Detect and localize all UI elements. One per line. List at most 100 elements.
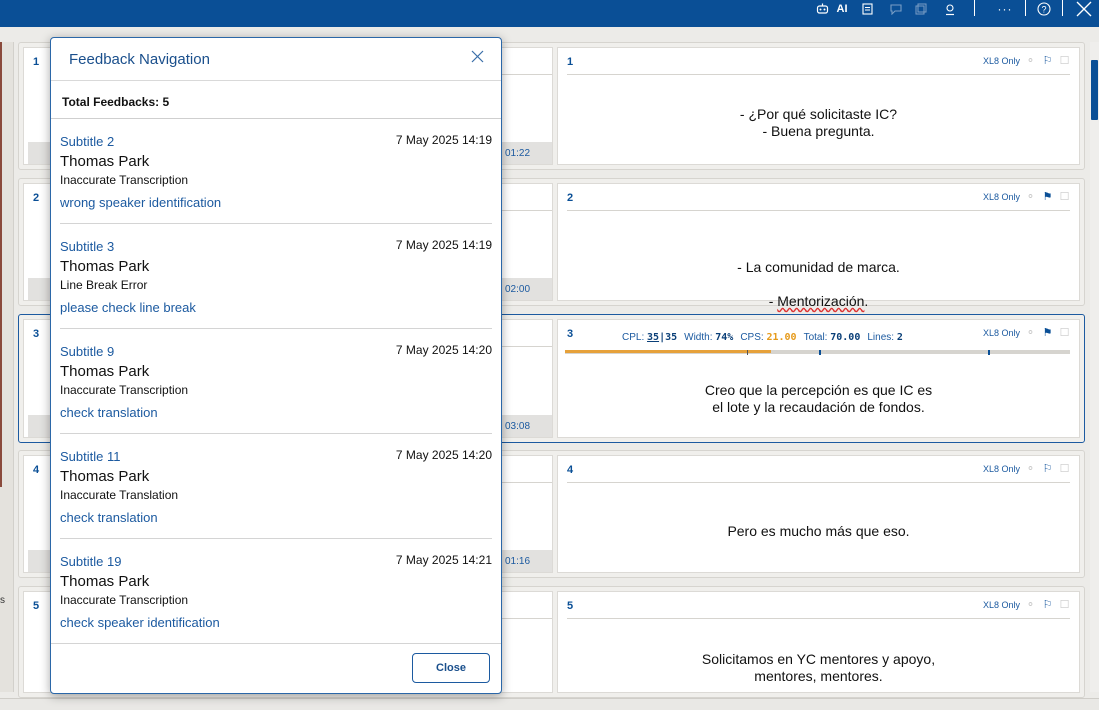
ai-button[interactable]: AI <box>834 0 850 18</box>
feedback-date: 7 May 2025 14:21 <box>395 553 492 567</box>
target-number: 4 <box>567 464 574 476</box>
subtitle-line: - La comunidad de marca. <box>737 259 900 275</box>
feedback-comment: please check line break <box>60 300 196 315</box>
progress-tick <box>988 350 990 355</box>
help-icon[interactable]: ? <box>1036 0 1052 18</box>
line-stats: CPL: 35|35 Width: 74% CPS: 21.00 Total: … <box>622 332 903 343</box>
left-strip-mark: s <box>0 595 5 606</box>
feedback-item[interactable]: Subtitle 11 7 May 2025 14:20 Thomas Park… <box>60 434 492 539</box>
cell-tools: XL8 Only ⚬ ⚐ ☐ <box>983 462 1071 475</box>
target-cell[interactable]: 5 XL8 Only ⚬ ⚐ ☐ Solicitamos en YC mento… <box>557 591 1080 693</box>
source-number: 5 <box>33 600 40 612</box>
copy-icon[interactable] <box>913 0 929 18</box>
feedback-type: Line Break Error <box>60 278 148 292</box>
lock-icon[interactable]: ⚬ <box>1024 462 1037 475</box>
target-cell[interactable]: 1 XL8 Only ⚬ ⚐ ☐ - ¿Por qué solicitaste … <box>557 47 1080 165</box>
source-number: 1 <box>33 56 40 68</box>
spellcheck-word[interactable]: Mentorización <box>777 293 864 309</box>
flag-filled-icon[interactable]: ⚑ <box>1041 326 1054 339</box>
feedback-date: 7 May 2025 14:20 <box>395 343 492 357</box>
close-icon[interactable] <box>469 50 485 66</box>
subtitle-text[interactable]: - ¿Por qué solicitaste IC? - Buena pregu… <box>558 106 1079 140</box>
flag-outline-icon[interactable]: ⚐ <box>1041 54 1054 67</box>
target-number: 5 <box>567 600 574 612</box>
video-panel-edge: s <box>0 42 14 692</box>
subtitle-link[interactable]: Subtitle 2 <box>60 134 114 149</box>
lock-icon[interactable]: ⚬ <box>1024 190 1037 203</box>
cell-tools: XL8 Only ⚬ ⚑ ☐ <box>983 190 1071 203</box>
bottom-bar <box>0 698 1099 710</box>
subtitle-link[interactable]: Subtitle 11 <box>60 449 120 464</box>
duration-label: 01:16 <box>497 550 552 572</box>
cps-stat: CPS: 21.00 <box>740 332 797 343</box>
robot-icon[interactable] <box>814 0 830 18</box>
close-button[interactable]: Close <box>412 653 490 683</box>
timing-progress-bar <box>565 350 1070 355</box>
feedback-date: 7 May 2025 14:19 <box>395 238 492 252</box>
feedback-user: Thomas Park <box>60 258 150 275</box>
lock-icon[interactable]: ⚬ <box>1024 598 1037 611</box>
comment-icon[interactable] <box>888 0 904 18</box>
bookmark-icon[interactable]: ☐ <box>1058 462 1071 475</box>
feedback-item[interactable]: Subtitle 2 7 May 2025 14:19 Thomas Park … <box>60 119 492 224</box>
notes-icon[interactable] <box>859 0 875 18</box>
progress-tick <box>747 350 748 355</box>
xl8-only-badge: XL8 Only <box>982 55 1020 66</box>
lock-icon[interactable]: ⚬ <box>1024 54 1037 67</box>
subtitle-text[interactable]: Creo que la percepción es que IC es el l… <box>558 382 1079 416</box>
pin-user-icon[interactable] <box>942 0 958 18</box>
feedback-type: Inaccurate Transcription <box>60 173 189 187</box>
subtitle-link[interactable]: Subtitle 19 <box>60 554 121 569</box>
toolbar-divider <box>1062 0 1063 16</box>
flag-filled-icon[interactable]: ⚑ <box>1041 190 1054 203</box>
scrollbar[interactable] <box>1090 42 1099 692</box>
feedback-list: Subtitle 2 7 May 2025 14:19 Thomas Park … <box>51 119 501 644</box>
flag-outline-icon[interactable]: ⚐ <box>1041 462 1054 475</box>
duration-label: 03:08 <box>497 415 552 437</box>
feedback-comment: wrong speaker identification <box>60 195 222 210</box>
divider <box>567 74 1070 75</box>
cell-tools: XL8 Only ⚬ ⚐ ☐ <box>983 54 1071 67</box>
bookmark-icon[interactable]: ☐ <box>1058 54 1071 67</box>
feedback-navigation-dialog: Feedback Navigation Total Feedbacks: 5 S… <box>50 37 502 694</box>
feedback-type: Inaccurate Transcription <box>60 383 189 397</box>
lines-stat: Lines: 2 <box>867 332 903 343</box>
feedback-item[interactable]: Subtitle 19 7 May 2025 14:21 Thomas Park… <box>60 539 492 644</box>
flag-outline-icon[interactable]: ⚐ <box>1041 598 1054 611</box>
feedback-comment: check translation <box>60 510 158 525</box>
feedback-item[interactable]: Subtitle 9 7 May 2025 14:20 Thomas Park … <box>60 329 492 434</box>
subtitle-text[interactable]: Solicitamos en YC mentores y apoyo, ment… <box>558 651 1079 685</box>
xl8-only-badge: XL8 Only <box>982 327 1020 338</box>
target-cell[interactable]: 2 XL8 Only ⚬ ⚑ ☐ - La comunidad de marca… <box>557 183 1080 309</box>
target-cell[interactable]: 3 CPL: 35|35 Width: 74% CPS: 21.00 Total… <box>557 319 1080 438</box>
lock-icon[interactable]: ⚬ <box>1024 326 1037 339</box>
feedback-item[interactable]: Subtitle 3 7 May 2025 14:19 Thomas Park … <box>60 224 492 329</box>
feedback-type: Inaccurate Transcription <box>60 593 189 607</box>
source-number: 2 <box>33 192 40 204</box>
feedback-date: 7 May 2025 14:19 <box>395 133 492 147</box>
feedback-comment: check speaker identification <box>60 615 220 630</box>
width-stat: Width: 74% <box>684 332 734 343</box>
total-stat: Total: 70.00 <box>803 332 861 343</box>
feedback-user: Thomas Park <box>60 573 150 590</box>
xl8-only-badge: XL8 Only <box>982 599 1020 610</box>
more-options-button[interactable]: ··· <box>995 0 1015 18</box>
subtitle-link[interactable]: Subtitle 3 <box>60 239 114 254</box>
feedback-user: Thomas Park <box>60 468 150 485</box>
xl8-only-badge: XL8 Only <box>982 191 1020 202</box>
svg-text:?: ? <box>1041 5 1046 15</box>
bookmark-icon[interactable]: ☐ <box>1058 190 1071 203</box>
close-icon[interactable] <box>1075 0 1093 18</box>
target-number: 1 <box>567 56 574 68</box>
toolbar-divider <box>1025 0 1026 16</box>
divider <box>567 210 1070 211</box>
bookmark-icon[interactable]: ☐ <box>1058 326 1071 339</box>
target-cell[interactable]: 4 XL8 Only ⚬ ⚐ ☐ Pero es mucho más que e… <box>557 455 1080 573</box>
bookmark-icon[interactable]: ☐ <box>1058 598 1071 611</box>
top-toolbar: AI ··· ? <box>0 0 1099 27</box>
subtitle-text[interactable]: Pero es mucho más que eso. <box>558 523 1079 540</box>
scrollbar-thumb[interactable] <box>1091 60 1098 120</box>
dialog-title: Feedback Navigation <box>69 51 210 68</box>
feedback-user: Thomas Park <box>60 363 150 380</box>
subtitle-link[interactable]: Subtitle 9 <box>60 344 114 359</box>
